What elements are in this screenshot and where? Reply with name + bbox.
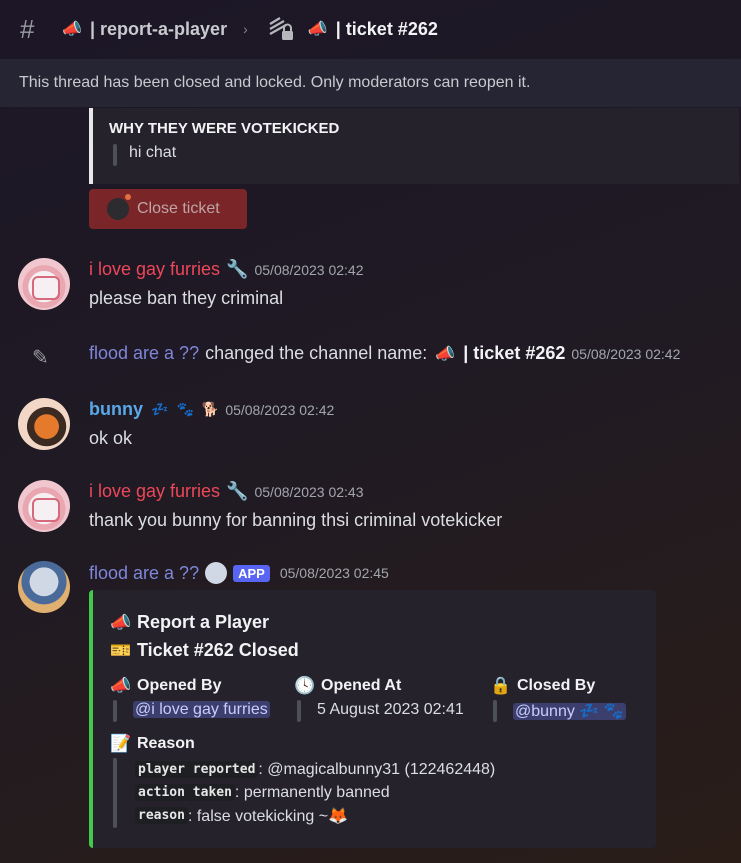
quote-bar bbox=[113, 700, 117, 722]
message-text: please ban they criminal bbox=[89, 288, 284, 308]
author-name[interactable]: flood are a ?? bbox=[89, 563, 199, 584]
field-opened-at: 🕓 Opened At 5 August 2023 02:41 bbox=[293, 676, 464, 722]
close-ticket-label: Close ticket bbox=[137, 200, 220, 217]
message-header: bunny 💤 🐾 🐕 05/08/2023 02:42 bbox=[89, 399, 334, 420]
app-badge: APP bbox=[233, 564, 270, 582]
wrench-icon: 🔧 bbox=[226, 481, 249, 501]
field-name: Opened By bbox=[137, 677, 222, 694]
reason-details: player reported : @magicalbunny31 (12246… bbox=[135, 758, 495, 827]
user-mention[interactable]: @i love gay furries bbox=[133, 701, 270, 718]
timestamp: 05/08/2023 02:45 bbox=[279, 565, 389, 581]
field-name: Closed By bbox=[517, 677, 596, 694]
timestamp: 05/08/2023 02:42 bbox=[571, 345, 681, 362]
system-message: ✎ flood are a ?? changed the channel nam… bbox=[0, 340, 741, 370]
close-ticket-button[interactable]: Close ticket bbox=[89, 189, 247, 229]
dog-icon: 🐕 bbox=[201, 401, 220, 417]
timestamp: 05/08/2023 02:42 bbox=[254, 261, 364, 278]
bot-icon bbox=[205, 562, 228, 584]
bomb-icon bbox=[107, 194, 131, 220]
inline-code: player reported bbox=[135, 761, 259, 778]
ticket-icon: 🎫 bbox=[110, 640, 132, 660]
locked-thread-icon bbox=[266, 14, 296, 44]
timestamp: 05/08/2023 02:42 bbox=[225, 401, 335, 418]
quote-bar bbox=[113, 758, 117, 828]
embed-subtitle-text: Ticket #262 Closed bbox=[137, 640, 299, 660]
thread-name: | ticket #262 bbox=[335, 18, 438, 39]
message-header: i love gay furries 🔧 05/08/2023 02:42 bbox=[89, 259, 363, 280]
field-name: Opened At bbox=[321, 677, 402, 694]
inline-code: action taken bbox=[135, 784, 235, 801]
embed-subtitle: 🎫 Ticket #262 Closed bbox=[109, 640, 299, 661]
memo-icon: 📝 bbox=[110, 734, 132, 753]
quote-bar bbox=[113, 144, 117, 166]
megaphone-icon: 📣 bbox=[435, 345, 456, 363]
embed-title-text: Report a Player bbox=[137, 612, 270, 632]
quote-bar bbox=[493, 700, 497, 722]
avatar[interactable] bbox=[18, 561, 70, 613]
user-mention[interactable]: @bunny 💤 🐾 bbox=[513, 703, 626, 720]
avatar[interactable] bbox=[18, 480, 70, 532]
author-name[interactable]: bunny bbox=[89, 399, 143, 420]
megaphone-icon: 📣 bbox=[110, 676, 132, 695]
clock-icon: 🕓 bbox=[294, 676, 316, 695]
embed-field-value: hi chat bbox=[129, 144, 177, 161]
lock-icon: 🔒 bbox=[490, 676, 512, 695]
avatar[interactable] bbox=[18, 398, 70, 450]
avatar[interactable] bbox=[18, 258, 70, 310]
paw-icon: 🐾 bbox=[176, 401, 194, 417]
megaphone-icon: 📣 bbox=[62, 21, 82, 38]
author-name[interactable]: i love gay furries bbox=[89, 259, 220, 280]
embed-field-name: WHY THEY WERE VOTEKICKED bbox=[109, 120, 340, 137]
system-message-text: changed the channel name: bbox=[205, 343, 428, 363]
author-name[interactable]: i love gay furries bbox=[89, 481, 220, 502]
pencil-icon: ✎ bbox=[32, 347, 49, 369]
megaphone-icon: 📣 bbox=[307, 21, 328, 38]
inline-code: reason bbox=[135, 807, 188, 824]
reason-line: reason : false votekicking ~🦊 bbox=[135, 804, 495, 827]
breadcrumb-separator: › bbox=[243, 21, 248, 37]
embed-title: 📣 Report a Player bbox=[109, 612, 269, 633]
author-name[interactable]: flood are a ?? bbox=[89, 343, 199, 364]
reason-value: : @magicalbunny31 (122462448) bbox=[258, 760, 496, 778]
sleep-icon: 💤 bbox=[151, 401, 169, 417]
banner-text: This thread has been closed and locked. … bbox=[19, 74, 531, 91]
channel-header: # 📣 | report-a-player › 📣 | ticket #262 bbox=[0, 0, 741, 58]
ticket-embed-fragment: WHY THEY WERE VOTEKICKED hi chat bbox=[89, 108, 739, 184]
field-opened-by: 📣 Opened By @i love gay furries bbox=[109, 676, 270, 722]
ticket-closed-embed: 📣 Report a Player 🎫 Ticket #262 Closed 📣… bbox=[89, 590, 656, 848]
field-name: Reason bbox=[137, 735, 195, 752]
channel-name[interactable]: | report-a-player bbox=[90, 19, 227, 40]
timestamp: 05/08/2023 02:43 bbox=[254, 483, 364, 500]
message-header: flood are a ?? APP 05/08/2023 02:45 bbox=[89, 562, 389, 584]
reason-value: : false votekicking ~🦊 bbox=[187, 807, 348, 825]
reason-line: player reported : @magicalbunny31 (12246… bbox=[135, 758, 495, 781]
megaphone-icon: 📣 bbox=[110, 612, 132, 632]
reason-value: : permanently banned bbox=[234, 783, 390, 801]
hash-channel-icon: # bbox=[20, 13, 35, 44]
field-reason: 📝 Reason bbox=[109, 734, 195, 754]
new-channel-name: | ticket #262 bbox=[463, 343, 566, 363]
quote-bar bbox=[297, 700, 301, 722]
field-closed-by: 🔒 Closed By @bunny 💤 🐾 bbox=[489, 676, 626, 722]
message-header: i love gay furries 🔧 05/08/2023 02:43 bbox=[89, 481, 363, 502]
message-text: ok ok bbox=[89, 428, 133, 448]
message-text: thank you bunny for banning thsi crimina… bbox=[89, 510, 503, 530]
thread-locked-banner: This thread has been closed and locked. … bbox=[0, 59, 741, 107]
wrench-icon: 🔧 bbox=[226, 259, 249, 279]
field-value: 5 August 2023 02:41 bbox=[317, 701, 464, 718]
reason-line: action taken : permanently banned bbox=[135, 781, 495, 804]
